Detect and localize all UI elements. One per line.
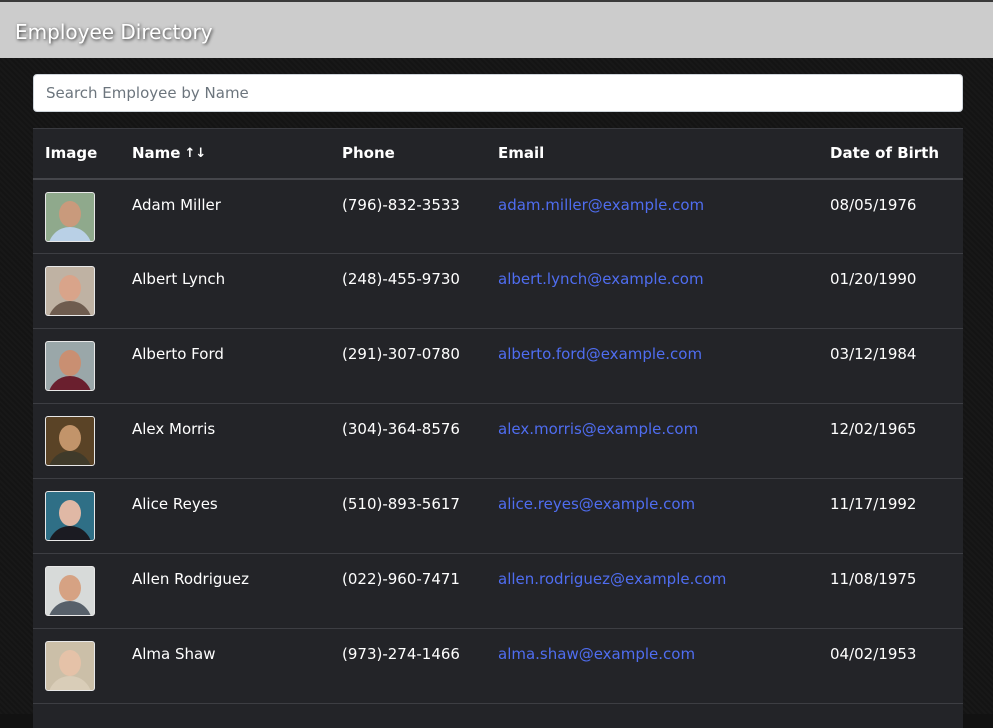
avatar bbox=[45, 491, 95, 541]
image-cell bbox=[33, 329, 120, 404]
employee-email[interactable]: alex.morris@example.com bbox=[486, 404, 818, 479]
search-input[interactable] bbox=[33, 74, 963, 112]
table-header-row: Image Name ↑↓ Phone Email Date of Birth bbox=[33, 128, 963, 179]
employee-email[interactable]: allen.rodriguez@example.com bbox=[486, 554, 818, 629]
employee-name: Alex Morris bbox=[132, 420, 216, 438]
employee-name: Alice Reyes bbox=[132, 495, 218, 513]
employee-phone: (022)-960-7471 bbox=[342, 570, 460, 588]
employee-email[interactable]: alma.shaw@example.com bbox=[486, 629, 818, 704]
image-cell bbox=[33, 554, 120, 629]
employee-dob: 11/08/1975 bbox=[830, 570, 917, 588]
image-cell bbox=[33, 254, 120, 329]
column-header-image: Image bbox=[45, 144, 98, 163]
avatar bbox=[45, 566, 95, 616]
employee-email[interactable]: alberto.ford@example.com bbox=[486, 329, 818, 404]
avatar bbox=[45, 641, 95, 691]
employee-phone: (291)-307-0780 bbox=[342, 345, 460, 363]
column-header-name[interactable]: Name ↑↓ bbox=[120, 129, 330, 179]
table-row: Allen Rodriguez (022)-960-7471 allen.rod… bbox=[33, 554, 963, 629]
employee-email[interactable]: alice.reyes@example.com bbox=[486, 479, 818, 554]
employee-phone: (510)-893-5617 bbox=[342, 495, 460, 513]
employee-phone: (248)-455-9730 bbox=[342, 270, 460, 288]
employee-dob: 04/02/1953 bbox=[830, 645, 917, 663]
employee-table-container: Image Name ↑↓ Phone Email Date of Birth A… bbox=[33, 128, 963, 728]
image-cell bbox=[33, 404, 120, 479]
avatar bbox=[45, 416, 95, 466]
column-header-dob: Date of Birth bbox=[830, 144, 940, 163]
employee-dob: 12/02/1965 bbox=[830, 420, 917, 438]
employee-name: Albert Lynch bbox=[132, 270, 226, 288]
avatar bbox=[45, 341, 95, 391]
app-header: Employee Directory bbox=[0, 0, 993, 58]
image-cell bbox=[33, 479, 120, 554]
employee-dob: 11/17/1992 bbox=[830, 495, 917, 513]
table-row: Albert Lynch (248)-455-9730 albert.lynch… bbox=[33, 254, 963, 329]
employee-phone: (973)-274-1466 bbox=[342, 645, 460, 663]
table-row: Alma Shaw (973)-274-1466 alma.shaw@examp… bbox=[33, 629, 963, 704]
sort-icon[interactable]: ↑↓ bbox=[184, 146, 206, 161]
employee-phone: (304)-364-8576 bbox=[342, 420, 460, 438]
avatar bbox=[45, 266, 95, 316]
employee-phone: (796)-832-3533 bbox=[342, 195, 460, 214]
employee-name: Alma Shaw bbox=[132, 645, 216, 663]
employee-name: Adam Miller bbox=[132, 195, 221, 214]
employee-name: Allen Rodriguez bbox=[132, 570, 250, 588]
table-row: Alex Morris (304)-364-8576 alex.morris@e… bbox=[33, 404, 963, 479]
table-row: Adam Miller (796)-832-3533 adam.miller@e… bbox=[33, 179, 963, 254]
avatar bbox=[45, 191, 95, 242]
column-header-phone: Phone bbox=[342, 144, 395, 163]
employee-dob: 01/20/1990 bbox=[830, 270, 917, 288]
image-cell bbox=[33, 629, 120, 704]
column-header-email: Email bbox=[498, 144, 545, 163]
page-title: Employee Directory bbox=[15, 20, 213, 44]
employee-email[interactable]: adam.miller@example.com bbox=[486, 179, 818, 254]
employee-name: Alberto Ford bbox=[132, 345, 224, 363]
table-row: Alberto Ford (291)-307-0780 alberto.ford… bbox=[33, 329, 963, 404]
image-cell bbox=[33, 179, 120, 254]
employee-dob: 08/05/1976 bbox=[830, 195, 917, 214]
employee-table: Image Name ↑↓ Phone Email Date of Birth A… bbox=[33, 128, 963, 704]
table-row: Alice Reyes (510)-893-5617 alice.reyes@e… bbox=[33, 479, 963, 554]
column-header-name-label: Name bbox=[132, 144, 181, 163]
employee-dob: 03/12/1984 bbox=[830, 345, 917, 363]
employee-email[interactable]: albert.lynch@example.com bbox=[486, 254, 818, 329]
